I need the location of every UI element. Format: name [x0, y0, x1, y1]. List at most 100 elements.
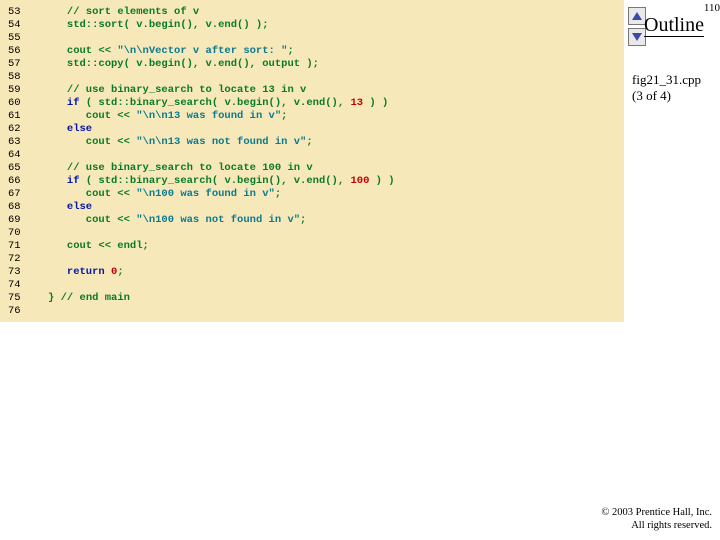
code-panel: 53 // sort elements of v54 std::sort( v.…: [0, 0, 624, 322]
code-line: 54 std::sort( v.begin(), v.end() );: [0, 19, 624, 32]
slide: 53 // sort elements of v54 std::sort( v.…: [0, 0, 720, 540]
code-token: ;: [117, 266, 123, 278]
code-text: [48, 71, 624, 84]
code-line: 65 // use binary_search to locate 100 in…: [0, 162, 624, 175]
code-token: if: [67, 97, 80, 109]
code-token: }: [48, 292, 61, 304]
footer-line2: All rights reserved.: [601, 519, 712, 532]
code-token: [48, 162, 67, 174]
code-line: 56 cout << "\n\nVector v after sort: ";: [0, 45, 624, 58]
code-token: cout <<: [48, 136, 136, 148]
code-text: cout << "\n\n13 was found in v";: [48, 110, 624, 123]
line-number: 74: [0, 279, 48, 292]
code-token: cout << endl;: [48, 240, 149, 252]
code-line: 67 cout << "\n100 was found in v";: [0, 188, 624, 201]
code-line: 62 else: [0, 123, 624, 136]
code-token: [48, 6, 67, 18]
sidebar: 110 Outline fig21_31.cpp (3 of 4): [624, 0, 720, 540]
code-line: 64: [0, 149, 624, 162]
code-line: 60 if ( std::binary_search( v.begin(), v…: [0, 97, 624, 110]
code-line: 71 cout << endl;: [0, 240, 624, 253]
code-token: ;: [275, 188, 281, 200]
code-token: if: [67, 175, 80, 187]
code-line: 73 return 0;: [0, 266, 624, 279]
code-line: 70: [0, 227, 624, 240]
line-number: 73: [0, 266, 48, 279]
line-number: 72: [0, 253, 48, 266]
code-token: else: [67, 123, 92, 135]
code-text: // sort elements of v: [48, 6, 624, 19]
code-text: [48, 149, 624, 162]
code-token: [48, 97, 67, 109]
code-text: [48, 253, 624, 266]
code-text: // use binary_search to locate 100 in v: [48, 162, 624, 175]
code-line: 59 // use binary_search to locate 13 in …: [0, 84, 624, 97]
code-line: 66 if ( std::binary_search( v.begin(), v…: [0, 175, 624, 188]
code-line: 61 cout << "\n\n13 was found in v";: [0, 110, 624, 123]
code-line: 63 cout << "\n\n13 was not found in v";: [0, 136, 624, 149]
line-number: 65: [0, 162, 48, 175]
code-token: cout <<: [48, 188, 136, 200]
code-token: "\n\nVector v after sort: ": [117, 45, 287, 57]
code-text: cout << endl;: [48, 240, 624, 253]
code-token: ;: [300, 214, 306, 226]
line-number: 69: [0, 214, 48, 227]
code-token: // use binary_search to locate 13 in v: [67, 84, 306, 96]
code-text: if ( std::binary_search( v.begin(), v.en…: [48, 97, 624, 110]
code-token: ( std::binary_search( v.begin(), v.end()…: [80, 175, 351, 187]
code-line: 74: [0, 279, 624, 292]
line-number: 62: [0, 123, 48, 136]
code-text: [48, 279, 624, 292]
code-token: 13: [350, 97, 363, 109]
code-token: // end main: [61, 292, 130, 304]
line-number: 55: [0, 32, 48, 45]
line-number: 56: [0, 45, 48, 58]
code-text: [48, 305, 624, 318]
line-number: 71: [0, 240, 48, 253]
code-token: [48, 266, 67, 278]
code-token: std::copy( v.begin(), v.end(), output );: [48, 58, 319, 70]
code-line: 76: [0, 305, 624, 318]
code-text: [48, 32, 624, 45]
code-token: "\n100 was found in v": [136, 188, 275, 200]
code-token: ) ): [369, 175, 394, 187]
code-text: std::sort( v.begin(), v.end() );: [48, 19, 624, 32]
code-text: // use binary_search to locate 13 in v: [48, 84, 624, 97]
code-token: return: [67, 266, 105, 278]
code-text: else: [48, 201, 624, 214]
code-text: cout << "\n\n13 was not found in v";: [48, 136, 624, 149]
file-page-count: (3 of 4): [632, 88, 671, 104]
code-token: ( std::binary_search( v.begin(), v.end()…: [80, 97, 351, 109]
code-text: else: [48, 123, 624, 136]
line-number: 64: [0, 149, 48, 162]
line-number: 53: [0, 6, 48, 19]
code-token: else: [67, 201, 92, 213]
line-number: 67: [0, 188, 48, 201]
code-token: [48, 175, 67, 187]
line-number: 76: [0, 305, 48, 318]
code-text: } // end main: [48, 292, 624, 305]
code-token: ;: [306, 136, 312, 148]
code-token: std::sort( v.begin(), v.end() );: [48, 19, 269, 31]
code-line: 75} // end main: [0, 292, 624, 305]
code-line: 57 std::copy( v.begin(), v.end(), output…: [0, 58, 624, 71]
code-token: [48, 201, 67, 213]
line-number: 54: [0, 19, 48, 32]
line-number: 70: [0, 227, 48, 240]
chevron-down-icon: [632, 33, 642, 41]
line-number: 60: [0, 97, 48, 110]
code-line: 69 cout << "\n100 was not found in v";: [0, 214, 624, 227]
code-token: "\n\n13 was not found in v": [136, 136, 306, 148]
line-number: 58: [0, 71, 48, 84]
line-number: 57: [0, 58, 48, 71]
code-line: 55: [0, 32, 624, 45]
code-token: 100: [350, 175, 369, 187]
code-token: // sort elements of v: [67, 6, 199, 18]
code-token: cout <<: [48, 110, 136, 122]
line-number: 66: [0, 175, 48, 188]
footer: © 2003 Prentice Hall, Inc. All rights re…: [601, 506, 712, 532]
code-token: "\n100 was not found in v": [136, 214, 300, 226]
code-token: cout <<: [48, 214, 136, 226]
outline-title-text: Outline: [644, 14, 704, 37]
line-number: 59: [0, 84, 48, 97]
